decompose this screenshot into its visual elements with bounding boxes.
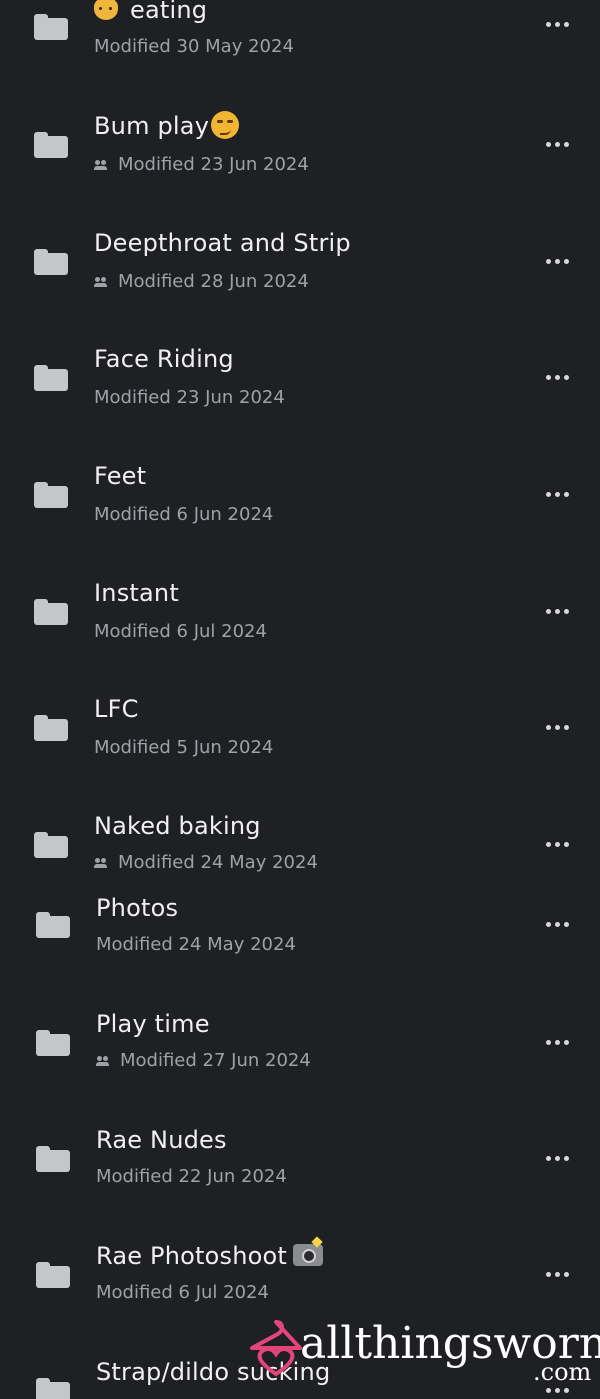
folder-modified: Modified 5 Jun 2024: [94, 737, 274, 758]
hanger-heart-icon: [250, 1320, 302, 1377]
list-item[interactable]: eating Modified 30 May 2024: [0, 0, 600, 96]
more-options-button[interactable]: [540, 14, 574, 34]
list-item[interactable]: Rae Nudes Modified 22 Jun 2024: [0, 1126, 600, 1226]
folder-icon: [34, 132, 68, 158]
folder-title: Instant: [94, 579, 179, 607]
list-item[interactable]: Deepthroat and Strip Modified 28 Jun 202…: [0, 229, 600, 329]
folder-title: LFC: [94, 695, 139, 723]
list-item[interactable]: Feet Modified 6 Jun 2024: [0, 462, 600, 562]
folder-icon: [36, 1378, 70, 1399]
shared-people-icon: [94, 276, 108, 287]
folder-modified: Modified 24 May 2024: [96, 934, 296, 955]
folder-icon: [36, 1262, 70, 1288]
more-options-button[interactable]: [540, 1264, 574, 1284]
folder-modified: Modified 30 May 2024: [94, 36, 294, 57]
folder-title: Deepthroat and Strip: [94, 229, 351, 257]
folder-title: Naked baking: [94, 812, 261, 840]
more-options-button[interactable]: [540, 914, 574, 934]
more-options-button[interactable]: [540, 1032, 574, 1052]
folder-icon: [34, 599, 68, 625]
cat-emoji-icon: [94, 0, 118, 20]
watermark-suffix: .com: [533, 1358, 592, 1386]
folder-icon: [34, 482, 68, 508]
folder-modified: Modified 23 Jun 2024: [94, 387, 285, 408]
folder-modified: Modified 22 Jun 2024: [96, 1166, 287, 1187]
list-item[interactable]: Photos Modified 24 May 2024: [0, 894, 600, 994]
folder-icon: [36, 1146, 70, 1172]
folder-modified: Modified 28 Jun 2024: [94, 271, 309, 292]
camera-flash-emoji-icon: [293, 1244, 324, 1266]
folder-modified: Modified 6 Jul 2024: [96, 1282, 269, 1303]
folder-title: Face Riding: [94, 345, 234, 373]
more-options-button[interactable]: [540, 484, 574, 504]
folder-icon: [34, 832, 68, 858]
folder-title: eating: [94, 0, 207, 24]
smirk-emoji-icon: [211, 111, 240, 139]
folder-title: Photos: [96, 894, 179, 922]
shared-people-icon: [94, 159, 108, 170]
folder-modified: Modified 23 Jun 2024: [94, 154, 309, 175]
folder-list: eating Modified 30 May 2024 Bum play Mod…: [0, 0, 600, 1399]
folder-title: Rae Nudes: [96, 1126, 227, 1154]
more-options-button[interactable]: [540, 134, 574, 154]
list-item[interactable]: LFC Modified 5 Jun 2024: [0, 695, 600, 795]
folder-modified: Modified 6 Jul 2024: [94, 621, 267, 642]
list-item[interactable]: Face Riding Modified 23 Jun 2024: [0, 345, 600, 445]
folder-icon: [34, 249, 68, 275]
folder-title: Play time: [96, 1010, 210, 1038]
list-item[interactable]: Bum play Modified 23 Jun 2024: [0, 111, 600, 212]
folder-icon: [36, 912, 70, 938]
folder-modified: Modified 27 Jun 2024: [96, 1050, 311, 1071]
folder-modified: Modified 24 May 2024: [94, 852, 318, 873]
more-options-button[interactable]: [540, 717, 574, 737]
folder-modified: Modified 6 Jun 2024: [94, 504, 274, 525]
list-item[interactable]: Play time Modified 27 Jun 2024: [0, 1010, 600, 1110]
more-options-button[interactable]: [540, 834, 574, 854]
shared-people-icon: [96, 1055, 110, 1066]
folder-icon: [34, 365, 68, 391]
list-item[interactable]: Instant Modified 6 Jul 2024: [0, 579, 600, 679]
folder-title: Rae Photoshoot: [96, 1242, 324, 1270]
folder-title: Bum play: [94, 111, 240, 141]
folder-icon: [34, 14, 68, 40]
shared-people-icon: [94, 857, 108, 868]
more-options-button[interactable]: [540, 251, 574, 271]
more-options-button[interactable]: [540, 601, 574, 621]
more-options-button[interactable]: [540, 1148, 574, 1168]
more-options-button[interactable]: [540, 367, 574, 387]
folder-icon: [34, 715, 68, 741]
watermark: allthingsworn .com: [248, 1318, 600, 1398]
folder-title: Feet: [94, 462, 147, 490]
folder-icon: [36, 1030, 70, 1056]
